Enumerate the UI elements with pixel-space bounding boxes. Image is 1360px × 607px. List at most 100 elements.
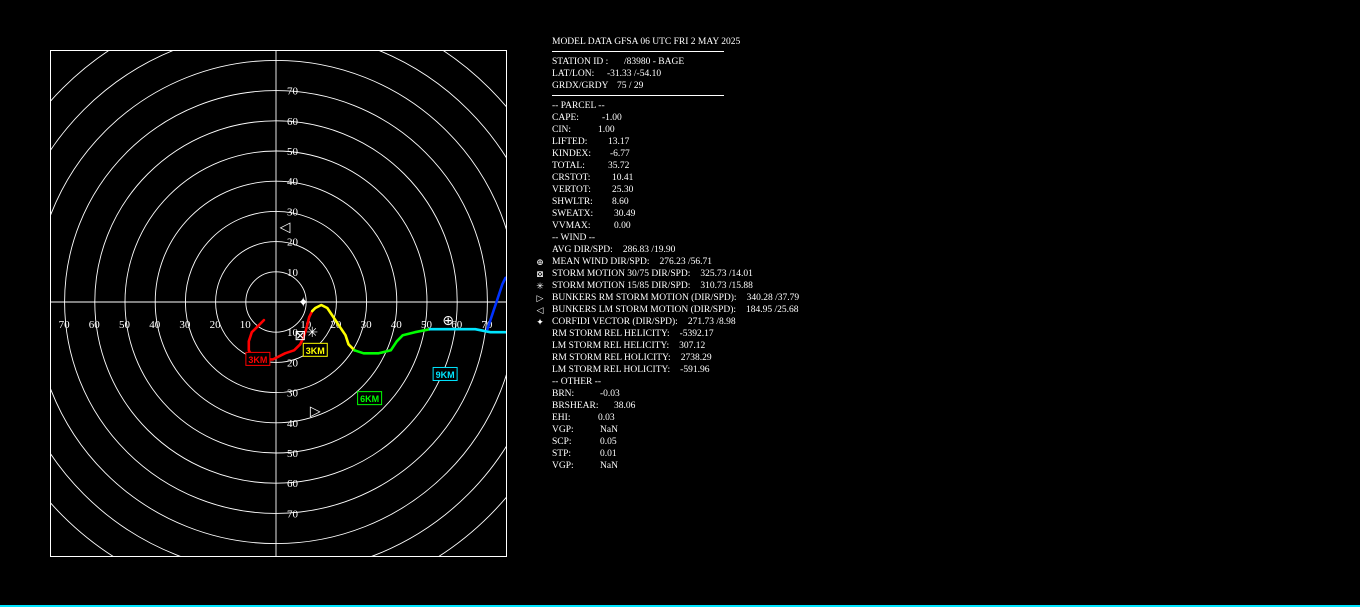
- header-title: MODEL DATA GFSA 06 UTC FRI 2 MAY 2025: [552, 37, 741, 47]
- separator: [552, 51, 724, 52]
- height-label: 6KM: [360, 394, 379, 404]
- wind-param-label: STORM MOTION 30/75 DIR/SPD:: [552, 269, 691, 279]
- wind-param-value: 271.73 /8.98: [687, 317, 736, 327]
- parcel-param-label: SHWLTR:: [552, 197, 593, 207]
- wind-param-label: CORFIDI VECTOR (DIR/SPD):: [552, 317, 678, 327]
- wind-param-label: RM STORM REL HOLICITY:: [552, 353, 671, 363]
- parcel-param-label: KINDEX:: [552, 149, 592, 159]
- parcel-param-value: 25.30: [612, 185, 634, 195]
- other-param-row: BRSHEAR: 38.06: [552, 400, 852, 412]
- mean-wind-marker: ⊕: [442, 313, 454, 329]
- x-tick-label: 50: [119, 319, 131, 331]
- latlon-value: -31.33 /-54.10: [607, 69, 662, 79]
- other-param-label: VGP:: [552, 461, 574, 471]
- y-tick-label: 50: [287, 146, 299, 158]
- x-tick-label: 10: [240, 319, 252, 331]
- wind-list: AVG DIR/SPD: 286.83 /19.90 ⊕ MEAN WIND DIR/…: [536, 244, 852, 376]
- parcel-param-value: -1.00: [602, 113, 622, 123]
- section-parcel: -- PARCEL --: [552, 101, 605, 111]
- x-tick-label: 40: [391, 319, 403, 331]
- other-param-value: 38.06: [614, 401, 636, 411]
- wind-param-legend-icon: ✳: [536, 281, 544, 291]
- latlon-label: LAT/LON:: [552, 69, 595, 79]
- storm-motion-30-75-marker: ⊠: [294, 328, 306, 344]
- hodograph-plot: 10 10 10 10 20 20 20 20 30 30 30 30 40 40 40 40 50 50 50 50…: [50, 50, 507, 557]
- parcel-param-value: 0.00: [614, 221, 631, 231]
- parcel-param-value: 35.72: [608, 161, 630, 171]
- other-param-value: 0.03: [598, 413, 615, 423]
- wind-param-label: LM STORM REL HELICITY:: [552, 341, 670, 351]
- other-param-row: VGP: NaN: [552, 460, 852, 472]
- other-param-value: -0.03: [600, 389, 620, 399]
- section-wind: -- WIND --: [552, 233, 596, 243]
- parcel-param-row: KINDEX: -6.77: [552, 148, 852, 160]
- station-id-value: /83980 - BAGE: [624, 57, 685, 67]
- other-param-row: EHI: 0.03: [552, 412, 852, 424]
- parcel-param-row: CAPE: -1.00: [552, 112, 852, 124]
- wind-param-label: STORM MOTION 15/85 DIR/SPD:: [552, 281, 691, 291]
- wind-param-label: BUNKERS RM STORM MOTION (DIR/SPD):: [552, 293, 737, 303]
- parcel-param-label: VVMAX:: [552, 221, 591, 231]
- wind-param-row: ✦ CORFIDI VECTOR (DIR/SPD): 271.73 /8.98: [536, 316, 852, 328]
- wind-param-legend-icon: ⊕: [536, 257, 544, 267]
- wind-param-legend-icon: ✦: [536, 317, 544, 327]
- parcel-param-row: SHWLTR: 8.60: [552, 196, 852, 208]
- wind-param-value: 307.12: [679, 341, 706, 351]
- wind-param-row: ⊕ MEAN WIND DIR/SPD: 276.23 /56.71: [536, 256, 852, 268]
- wind-param-label: AVG DIR/SPD:: [552, 245, 613, 255]
- wind-param-label: LM STORM REL HOLICITY:: [552, 365, 671, 375]
- section-other: -- OTHER --: [552, 377, 602, 387]
- other-param-label: EHI:: [552, 413, 571, 423]
- y-tick-label: 40: [287, 418, 299, 430]
- hodograph-layer: 101010 10202020 20303030 30404040 40505050 50…: [50, 50, 507, 557]
- other-param-row: STP: 0.01: [552, 448, 852, 460]
- other-param-value: NaN: [600, 461, 618, 471]
- y-tick-label: 60: [287, 116, 299, 128]
- wind-param-row: AVG DIR/SPD: 286.83 /19.90: [552, 244, 852, 256]
- height-label: 3KM: [306, 346, 325, 356]
- wind-param-legend-icon: ⊠: [536, 269, 544, 279]
- parcel-param-row: VVMAX: 0.00: [552, 220, 852, 232]
- storm-motion-15-85-marker: ✳: [306, 325, 318, 341]
- height-label: 9KM: [436, 370, 455, 380]
- wind-param-row: ◁ BUNKERS LM STORM MOTION (DIR/SPD): 184.9…: [537, 304, 852, 316]
- wind-param-value: 184.95 /25.68: [746, 305, 799, 315]
- station-id-label: STATION ID :: [552, 57, 609, 67]
- x-tick-label: 30: [361, 319, 373, 331]
- parcel-param-row: CRSTOT: 10.41: [552, 172, 852, 184]
- parcel-param-value: 10.41: [612, 173, 634, 183]
- other-param-label: BRSHEAR:: [552, 401, 599, 411]
- corfidi-marker: ✦: [297, 295, 309, 311]
- wind-param-row: RM STORM REL HELICITY: -5392.17: [552, 328, 852, 340]
- other-param-row: BRN: -0.03: [552, 388, 852, 400]
- y-tick-label: 70: [287, 508, 299, 520]
- parcel-param-value: -6.77: [610, 149, 630, 159]
- wind-param-label: MEAN WIND DIR/SPD:: [552, 257, 650, 267]
- parcel-param-value: 13.17: [608, 137, 630, 147]
- wind-param-legend-icon: ▷: [536, 293, 544, 303]
- y-tick-label: 40: [287, 176, 299, 188]
- wind-param-value: 340.28 /37.79: [746, 293, 800, 303]
- y-tick-label: 20: [287, 357, 299, 369]
- other-param-row: SCP: 0.05: [552, 436, 852, 448]
- other-param-label: STP:: [552, 449, 572, 459]
- x-tick-label: 40: [149, 319, 161, 331]
- grd-label: GRDX/GRDY: [552, 81, 609, 91]
- wind-param-value: 310.73 /15.88: [700, 281, 753, 291]
- grd-row: GRDX/GRDY 75 / 29: [552, 80, 852, 92]
- wind-param-row: LM STORM REL HELICITY: 307.12: [552, 340, 852, 352]
- x-tick-label: 20: [210, 319, 222, 331]
- parcel-param-value: 8.60: [612, 197, 629, 207]
- hodograph-segment: [353, 327, 432, 355]
- y-tick-label: 20: [287, 237, 299, 249]
- parcel-param-row: SWEATX: 30.49: [552, 208, 852, 220]
- parcel-param-row: TOTAL: 35.72: [552, 160, 852, 172]
- wind-param-row: LM STORM REL HOLICITY: -591.96: [552, 364, 852, 376]
- y-tick-label: 50: [287, 448, 299, 460]
- y-tick-label: 30: [287, 206, 299, 218]
- parcel-param-label: VERTOT:: [552, 185, 591, 195]
- parcel-param-row: CIN: 1.00: [552, 124, 852, 136]
- other-param-label: VGP:: [552, 425, 574, 435]
- parcel-param-row: LIFTED: 13.17: [552, 136, 852, 148]
- wind-param-value: -5392.17: [679, 329, 714, 339]
